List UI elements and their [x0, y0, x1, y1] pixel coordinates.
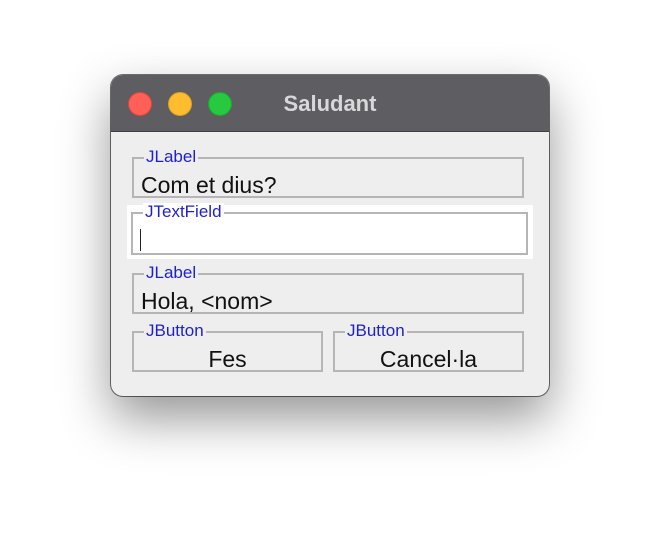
name-text-field[interactable]: JTextField — [131, 203, 528, 255]
cancel-button-caption: JButton — [345, 321, 407, 340]
title-bar[interactable]: Saludant — [111, 75, 549, 132]
dialog-window: Saludant JLabel Com et dius? JTextField … — [111, 75, 549, 396]
question-label: JLabel Com et dius? — [132, 148, 524, 198]
do-button-caption: JButton — [144, 321, 206, 340]
name-field-container: JTextField — [127, 203, 533, 259]
cancel-button-label: Cancel·la — [379, 346, 478, 372]
name-input[interactable] — [143, 224, 513, 250]
do-button[interactable]: JButton Fes — [132, 322, 323, 372]
desktop: Saludant JLabel Com et dius? JTextField … — [0, 0, 660, 544]
do-button-label: Fes — [208, 346, 247, 372]
question-label-text: Com et dius? — [141, 172, 277, 198]
window-content: JLabel Com et dius? JTextField JLabel Ho… — [111, 132, 549, 396]
name-field-caption: JTextField — [143, 202, 224, 221]
window-title: Saludant — [283, 91, 377, 116]
greeting-label: JLabel Hola, <nom> — [132, 264, 524, 314]
greeting-label-text: Hola, <nom> — [141, 288, 273, 314]
question-label-caption: JLabel — [144, 147, 199, 166]
text-caret — [140, 229, 141, 251]
greeting-label-caption: JLabel — [144, 263, 199, 282]
cancel-button[interactable]: JButton Cancel·la — [333, 322, 524, 372]
